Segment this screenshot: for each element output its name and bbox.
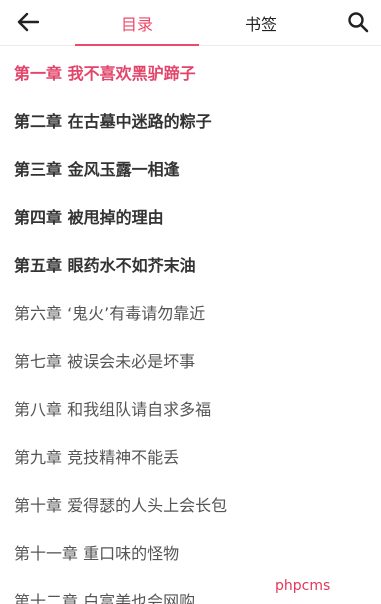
top-bar: 目录 书签 — [0, 0, 381, 46]
chapter-item[interactable]: 第八章 和我组队请自求多福 — [0, 384, 381, 432]
reader-toc-screen: 目录 书签 第一章 我不喜欢黑驴蹄子 第二章 在古墓中迷路的粽子 第三章 金风玉… — [0, 0, 381, 604]
watermark: phpcms — [273, 578, 333, 594]
chapter-list: 第一章 我不喜欢黑驴蹄子 第二章 在古墓中迷路的粽子 第三章 金风玉露一相逢 第… — [0, 48, 381, 604]
back-button[interactable] — [8, 4, 48, 40]
search-button[interactable] — [340, 4, 376, 40]
chapter-item[interactable]: 第十章 爱得瑟的人头上会长包 — [0, 480, 381, 528]
chapter-item[interactable]: 第七章 被误会未必是坏事 — [0, 336, 381, 384]
tab-table-of-contents[interactable]: 目录 — [75, 0, 199, 46]
chapter-item[interactable]: 第四章 被甩掉的理由 — [0, 192, 381, 240]
search-icon — [348, 12, 369, 33]
chapter-item[interactable]: 第九章 竞技精神不能丢 — [0, 432, 381, 480]
chapter-item[interactable]: 第二章 在古墓中迷路的粽子 — [0, 96, 381, 144]
chapter-item[interactable]: 第一章 我不喜欢黑驴蹄子 — [0, 48, 381, 96]
arrow-left-icon — [17, 12, 39, 32]
chapter-item[interactable]: 第十一章 重口味的怪物 — [0, 528, 381, 576]
chapter-item[interactable]: 第三章 金风玉露一相逢 — [0, 144, 381, 192]
active-tab-indicator — [75, 44, 199, 46]
tab-bookmarks[interactable]: 书签 — [199, 0, 323, 46]
chapter-item[interactable]: 第五章 眼药水不如芥末油 — [0, 240, 381, 288]
chapter-item[interactable]: 第六章 ‘鬼火’有毒请勿靠近 — [0, 288, 381, 336]
